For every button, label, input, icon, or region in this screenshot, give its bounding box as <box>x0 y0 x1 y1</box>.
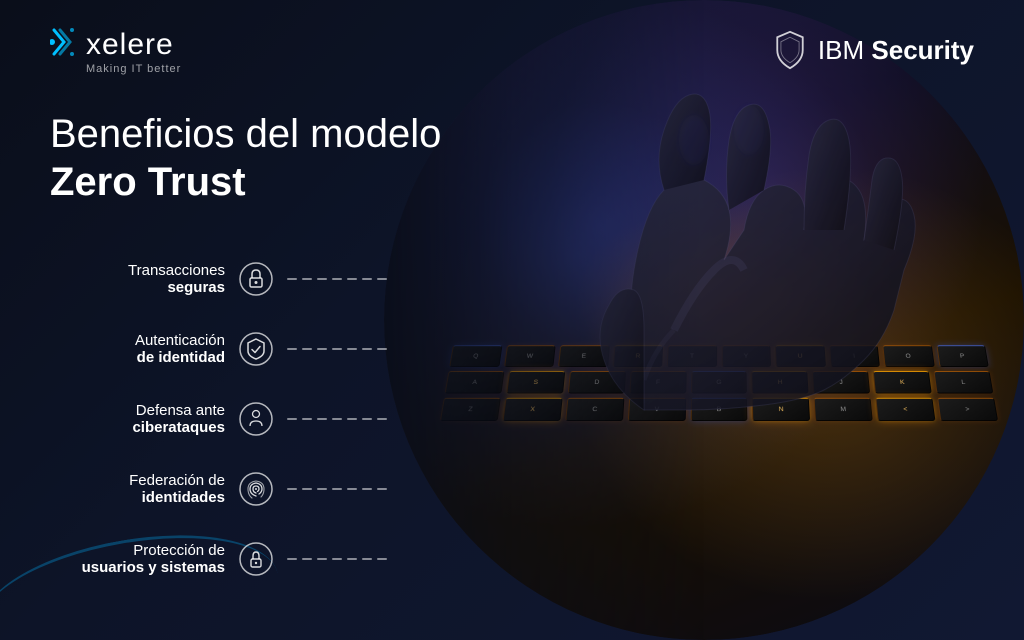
benefit-line2-4: identidades <box>50 489 225 506</box>
ibm-security-text: IBM Security <box>818 35 974 66</box>
benefit-dashes-5 <box>287 558 387 560</box>
benefit-text-4: Federación de identidades <box>50 472 225 506</box>
benefit-line1-3: Defensa ante <box>50 402 225 419</box>
lock-icon <box>237 260 275 298</box>
ibm-logo: IBM Security <box>772 30 974 70</box>
benefit-item-4: Federación de identidades <box>50 470 387 508</box>
benefit-dashes-4 <box>287 488 387 490</box>
ibm-suffix: Security <box>871 35 974 65</box>
benefit-item-5: Protección de usuarios y sistemas <box>50 540 387 578</box>
xelere-icon <box>50 26 82 65</box>
benefit-dashes-3 <box>287 418 387 420</box>
lock-person-icon <box>237 540 275 578</box>
benefit-item-1: Transacciones seguras <box>50 260 387 298</box>
benefit-text-5: Protección de usuarios y sistemas <box>50 542 225 576</box>
benefit-line1-5: Protección de <box>50 542 225 559</box>
key-s: S <box>506 371 565 393</box>
benefit-dashes-2 <box>287 348 387 350</box>
key-gt: > <box>937 398 998 421</box>
xelere-wordmark: xelere <box>86 28 174 62</box>
shield-check-icon <box>237 330 275 368</box>
benefit-text-1: Transacciones seguras <box>50 262 225 296</box>
benefits-list: Transacciones seguras Autenticación de i… <box>50 260 387 578</box>
benefit-line1-4: Federación de <box>50 472 225 489</box>
header: xelere Making IT better IBM Security <box>0 0 1024 100</box>
benefit-text-3: Defensa ante ciberataques <box>50 402 225 436</box>
benefit-line2-5: usuarios y sistemas <box>50 559 225 576</box>
key-x: X <box>502 398 562 421</box>
benefit-line1-1: Transacciones <box>50 262 225 279</box>
xelere-logo: xelere Making IT better <box>50 26 181 75</box>
ibm-prefix: IBM <box>818 35 864 65</box>
benefit-item-3: Defensa ante ciberataques <box>50 400 387 438</box>
benefit-line2-1: seguras <box>50 279 225 296</box>
key-q: Q <box>449 345 502 367</box>
title-line1: Beneficios del modelo <box>50 110 441 158</box>
person-shield-icon <box>237 400 275 438</box>
key-z: Z <box>440 398 501 421</box>
benefit-line2-2: de identidad <box>50 349 225 366</box>
page-container: Q W E R T Y U I O P A S D F G H J K L <box>0 0 1024 640</box>
ibm-shield-icon <box>772 30 808 70</box>
benefit-line2-3: ciberataques <box>50 419 225 436</box>
fingerprint-icon <box>237 470 275 508</box>
benefit-dashes-1 <box>287 278 387 280</box>
title-line2: Zero Trust <box>50 158 441 206</box>
xelere-tagline: Making IT better <box>50 63 181 75</box>
benefit-line1-2: Autenticación <box>50 332 225 349</box>
main-title: Beneficios del modelo Zero Trust <box>50 110 441 206</box>
benefit-text-2: Autenticación de identidad <box>50 332 225 366</box>
key-a: A <box>445 371 505 393</box>
key-w: W <box>504 345 556 367</box>
benefit-item-2: Autenticación de identidad <box>50 330 387 368</box>
xelere-brand: xelere <box>50 26 181 65</box>
